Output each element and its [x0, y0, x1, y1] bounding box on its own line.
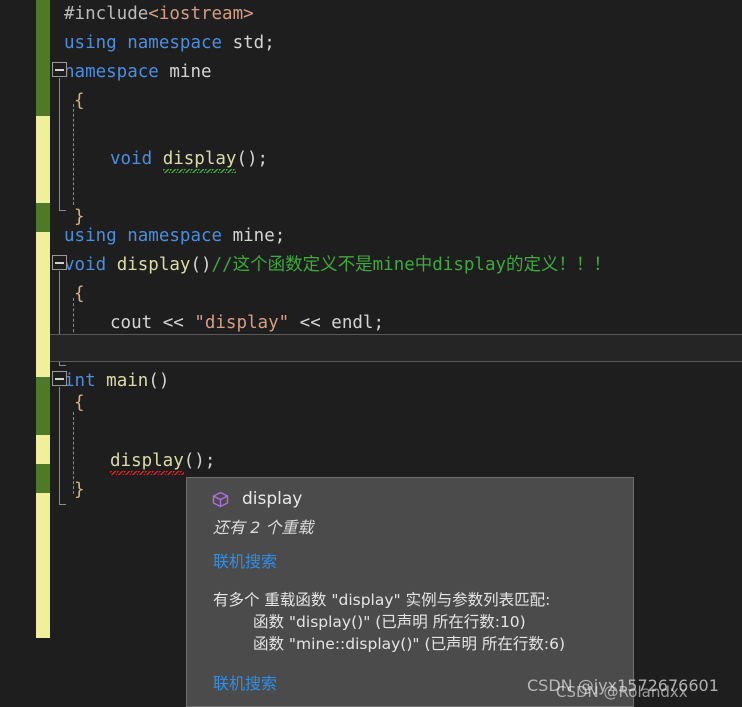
change-marker-unsaved	[36, 232, 50, 377]
code-token: using	[64, 33, 117, 53]
code-token: }	[74, 480, 85, 500]
tooltip-candidate-2: 函数 "mine::display()" (已声明 所在行数:6)	[253, 635, 566, 653]
code-token-error: display	[110, 451, 184, 475]
change-marker-saved	[36, 203, 50, 232]
fold-collapse-icon[interactable]	[52, 62, 67, 77]
change-marker-saved	[36, 377, 50, 435]
code-token: ;	[264, 33, 275, 53]
code-line[interactable]: display();	[50, 447, 215, 476]
fold-guide-main	[59, 387, 66, 505]
tooltip-error-heading: 有多个 重载函数 "display" 实例与参数列表匹配:	[213, 591, 551, 609]
code-token: ()	[236, 149, 258, 169]
indent-guide-namespace	[73, 104, 74, 205]
code-token: ;	[257, 149, 269, 169]
code-line[interactable]: {	[50, 87, 85, 116]
indent-guide-main	[73, 412, 74, 494]
code-line[interactable]: {	[50, 389, 85, 418]
current-line-highlight	[50, 334, 742, 362]
online-search-link-top[interactable]: 联机搜索	[213, 548, 277, 572]
code-token: <<	[152, 313, 195, 333]
code-token: std	[232, 33, 265, 53]
code-token: using	[64, 226, 117, 246]
code-line[interactable]: using namespace std;	[50, 29, 275, 58]
code-token: namespace	[127, 226, 223, 246]
code-token: ;	[373, 313, 384, 333]
code-line[interactable]: #include<iostream>	[50, 0, 254, 29]
code-token: {	[74, 91, 85, 111]
code-token: endl	[331, 313, 374, 333]
change-marker-unsaved	[36, 493, 50, 638]
fold-collapse-icon[interactable]	[52, 255, 67, 270]
code-token: {	[74, 393, 85, 413]
code-line[interactable]	[50, 418, 74, 447]
code-token: void	[110, 149, 153, 169]
code-line[interactable]	[50, 116, 74, 145]
code-line[interactable]: void display()//这个函数定义不是mine中display的定义！…	[50, 251, 611, 280]
change-marker-unsaved	[36, 116, 50, 203]
change-marker-unsaved	[36, 435, 50, 464]
code-line[interactable]: namespace mine	[50, 58, 212, 87]
code-token-error: display	[162, 149, 237, 173]
quick-info-tooltip: display 还有 2 个重载 联机搜索 有多个 重载函数 "display"…	[186, 477, 634, 707]
code-token: {	[74, 284, 85, 304]
code-token: mine	[232, 226, 275, 246]
editor-window: #include<iostream> using namespace std; na…	[0, 0, 742, 707]
code-token: namespace	[127, 33, 223, 53]
code-token: "display"	[194, 313, 290, 333]
fold-collapse-icon[interactable]	[52, 371, 67, 386]
fold-guide-namespace	[59, 78, 66, 211]
code-line[interactable]: }	[50, 476, 85, 505]
code-token: <<	[289, 313, 332, 333]
code-token: void	[64, 255, 107, 275]
cube-icon	[212, 491, 229, 508]
code-token: ()	[148, 371, 170, 391]
code-line[interactable]: using namespace mine;	[50, 222, 285, 251]
tooltip-title: display	[242, 489, 303, 509]
code-token: display	[116, 255, 191, 275]
tooltip-candidate-1: 函数 "display()" (已声明 所在行数:10)	[253, 613, 526, 631]
code-token: <iostream>	[148, 4, 254, 24]
code-token: cout	[110, 313, 153, 333]
code-line[interactable]: void display();	[50, 145, 268, 174]
code-token: ()	[190, 255, 212, 275]
code-line[interactable]	[50, 174, 74, 203]
tooltip-overload-count: 还有 2 个重载	[213, 518, 314, 537]
code-token: int	[64, 371, 96, 391]
code-token: namespace	[64, 62, 159, 82]
code-line[interactable]: {	[50, 280, 85, 309]
change-marker-saved	[36, 464, 50, 493]
change-marker-saved	[36, 0, 50, 116]
code-token: main	[106, 371, 149, 391]
code-token: ;	[204, 451, 216, 471]
code-token: #include	[64, 4, 149, 24]
code-token: //这个函数定义不是mine中display的定义！！！	[211, 255, 612, 275]
online-search-link-bottom[interactable]: 联机搜索	[213, 670, 277, 694]
code-token: ()	[183, 451, 205, 471]
code-token: mine	[169, 62, 212, 82]
code-token: ;	[274, 226, 286, 246]
